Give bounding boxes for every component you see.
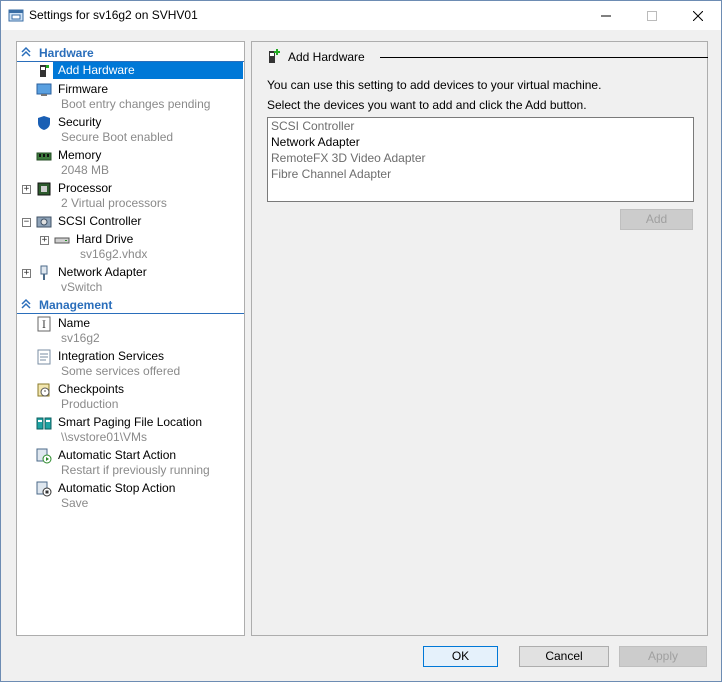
checkpoints-icon (37, 383, 50, 397)
hardware-section-header[interactable]: Hardware (17, 44, 244, 62)
nav-item-label: Checkpoints (58, 382, 125, 396)
smart-paging-icon (36, 417, 52, 430)
nav-item-sublabel: 2048 MB (61, 163, 110, 177)
scsi-controller-icon (36, 216, 52, 228)
auto-start-icon (36, 448, 52, 464)
panel-title: Add Hardware (288, 50, 365, 64)
nav-item-label: Automatic Start Action (58, 448, 177, 462)
maximize-icon (647, 10, 657, 21)
nav-item-sublabel: 2 Virtual processors (61, 196, 167, 210)
close-icon (693, 10, 703, 21)
title-rule (380, 57, 708, 58)
settings-nav-tree: Hardware Add Hardware Firmware Boot entr… (16, 41, 245, 636)
nav-item-sublabel: Production (61, 397, 119, 411)
name-icon: I (37, 316, 51, 332)
nav-item-label: Hard Drive (76, 232, 134, 246)
collapse-toggle[interactable]: − (22, 218, 31, 227)
nav-item-sublabel: Restart if previously running (61, 463, 210, 477)
expand-toggle[interactable]: + (22, 185, 31, 194)
nav-item-label: Memory (58, 148, 102, 162)
nav-item-label: Processor (58, 181, 113, 195)
nav-item-label: Name (58, 316, 91, 330)
device-option-scsi-controller[interactable]: SCSI Controller (271, 119, 354, 133)
management-header-label: Management (39, 298, 113, 312)
nav-item-label: Integration Services (58, 349, 165, 363)
panel-header: Add Hardware (266, 48, 708, 66)
nav-item-label: SCSI Controller (58, 214, 142, 228)
title-bar: Settings for sv16g2 on SVHV01 (1, 1, 721, 30)
shield-icon (38, 116, 50, 130)
management-section-header[interactable]: Management (17, 296, 244, 314)
nav-item-sublabel: sv16g2.vhdx (80, 247, 148, 261)
minimize-button[interactable] (583, 1, 629, 30)
collapse-chevron-icon (21, 298, 31, 309)
nav-item-label: Security (58, 115, 102, 129)
device-option-network-adapter[interactable]: Network Adapter (271, 135, 360, 149)
add-button[interactable]: Add (620, 209, 693, 230)
add-hardware-icon (269, 49, 280, 63)
settings-app-icon (8, 9, 24, 22)
nav-item-label: Firmware (58, 82, 108, 96)
nav-item-sublabel: vSwitch (61, 280, 103, 294)
nav-item-label: Network Adapter (58, 265, 147, 279)
auto-stop-icon (36, 481, 52, 497)
apply-button[interactable]: Apply (619, 646, 707, 667)
expand-toggle[interactable]: + (40, 236, 49, 245)
hardware-header-label: Hardware (39, 46, 94, 60)
panel-description: You can use this setting to add devices … (267, 78, 602, 92)
device-option-remotefx-adapter[interactable]: RemoteFX 3D Video Adapter (271, 151, 426, 165)
network-adapter-icon (40, 265, 48, 280)
expand-toggle[interactable]: + (22, 269, 31, 278)
ok-button[interactable]: OK (423, 646, 498, 667)
settings-window: Settings for sv16g2 on SVHV01 Hardware A… (0, 0, 722, 682)
nav-item-label: Automatic Stop Action (58, 481, 176, 495)
minimize-icon (601, 15, 611, 16)
hard-drive-icon (54, 237, 70, 244)
nav-item-sublabel: sv16g2 (61, 331, 100, 345)
nav-item-label: Add Hardware (53, 62, 243, 79)
firmware-icon (36, 83, 52, 96)
processor-icon (37, 182, 51, 196)
nav-item-sublabel: Some services offered (61, 364, 181, 378)
close-button[interactable] (675, 1, 721, 30)
nav-item-sublabel: Secure Boot enabled (61, 130, 174, 144)
svg-text:I: I (42, 320, 46, 331)
window-title: Settings for sv16g2 on SVHV01 (29, 8, 198, 22)
device-option-fibre-channel-adapter[interactable]: Fibre Channel Adapter (271, 167, 391, 181)
nav-item-sublabel: Boot entry changes pending (61, 97, 211, 111)
cancel-button[interactable]: Cancel (519, 646, 609, 667)
add-hardware-icon (40, 65, 49, 77)
add-hardware-panel: Add Hardware You can use this setting to… (251, 41, 708, 636)
memory-icon (36, 152, 52, 161)
device-listbox[interactable]: SCSI Controller Network Adapter RemoteFX… (267, 117, 694, 202)
collapse-chevron-icon (21, 46, 31, 57)
integration-services-icon (37, 349, 51, 365)
nav-item-sublabel: \\svstore01\VMs (61, 430, 148, 444)
nav-item-sublabel: Save (61, 496, 89, 510)
panel-instruction: Select the devices you want to add and c… (267, 98, 587, 112)
maximize-button[interactable] (629, 1, 675, 30)
nav-item-label: Smart Paging File Location (58, 415, 203, 429)
